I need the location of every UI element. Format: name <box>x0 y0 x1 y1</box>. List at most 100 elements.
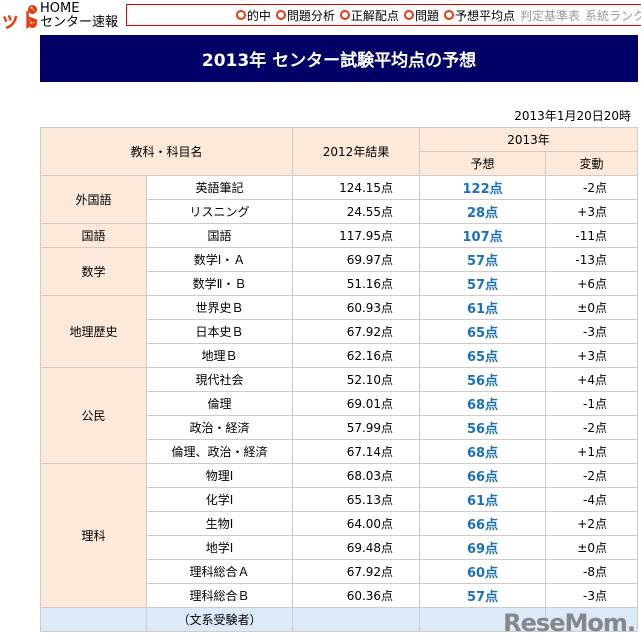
arrow-left-icon: ← <box>28 18 37 28</box>
change-cell: -13点 <box>545 247 638 272</box>
category-cell: 数学 <box>40 247 147 296</box>
prev-result-cell: 24.55点 <box>292 199 421 224</box>
table-row: 地理歴史 世界史Ｂ 60.93点 61点 ±0点 <box>40 295 638 368</box>
nav-item[interactable]: 問題 <box>403 7 439 24</box>
nav-item[interactable]: 系統ランク <box>585 7 641 24</box>
watermark-logo: ReseMom. <box>503 609 636 637</box>
prev-result-cell: 67.92点 <box>292 559 421 584</box>
forecast-cell: 68点 <box>419 439 547 464</box>
forecast-cell: 28点 <box>419 199 547 224</box>
subject-cell: 倫理、政治・経済 <box>145 439 294 464</box>
subject-cell: 地理Ｂ <box>145 343 294 368</box>
change-cell: -2点 <box>545 463 638 488</box>
forecast-cell: 57点 <box>419 247 547 272</box>
nav-item-label: 問題 <box>414 8 439 23</box>
nav-item[interactable]: 判定基準表 <box>520 7 580 24</box>
category-cell <box>40 607 147 632</box>
circle-icon <box>235 10 246 20</box>
change-cell: -1点 <box>545 391 638 416</box>
center-link[interactable]: ← センター速報 <box>28 16 118 30</box>
nav-item-label: 判定基準表 <box>519 8 580 23</box>
prev-result-cell: 60.93点 <box>292 295 421 320</box>
forecast-cell: 69点 <box>419 535 547 560</box>
forecast-cell: 56点 <box>419 415 547 440</box>
table-row: 国語 国語 117.95点 107点 -11点 <box>40 223 638 248</box>
home-link[interactable]: ↖ HOME <box>28 2 118 16</box>
change-cell: +1点 <box>545 439 638 464</box>
update-date: 2013年1月20日20時 <box>514 109 631 123</box>
nav-item-label: 予想平均点 <box>454 8 515 23</box>
table-row: 数学 数学Ⅰ・Ａ 69.97点 57点 -13点 <box>40 247 638 296</box>
header-year: 2013年 <box>419 127 638 152</box>
forecast-cell: 61点 <box>419 295 547 320</box>
change-cell: ±0点 <box>545 535 638 560</box>
change-cell: -3点 <box>545 319 638 344</box>
circle-icon <box>275 10 286 20</box>
prev-result-cell: 67.92点 <box>292 319 421 344</box>
change-cell: -3点 <box>545 583 638 608</box>
subject-cell: 理科総合Ａ <box>145 559 294 584</box>
subject-cell: 理科総合Ｂ <box>145 583 294 608</box>
prev-result-cell: 51.16点 <box>292 271 421 296</box>
subject-cell: 日本史Ｂ <box>145 319 294 344</box>
subject-cell: 政治・経済 <box>145 415 294 440</box>
subject-cell: 地学Ⅰ <box>145 535 294 560</box>
prev-result-cell: 52.10点 <box>292 367 421 392</box>
forecast-cell: 65点 <box>419 319 547 344</box>
arrow-up-left-icon: ↖ <box>28 4 37 14</box>
empty-cell <box>292 607 421 632</box>
subject-cell: （文系受験者） <box>145 607 294 632</box>
subject-cell: 数学Ⅱ・Ｂ <box>145 271 294 296</box>
category-cell: 地理歴史 <box>40 295 147 368</box>
forecast-cell: 60点 <box>419 559 547 584</box>
nav-item[interactable]: 問題分析 <box>275 7 335 24</box>
subject-cell: リスニング <box>145 199 294 224</box>
subject-cell: 物理Ⅰ <box>145 463 294 488</box>
nav-item[interactable]: 正解配点 <box>339 7 399 24</box>
center-label: センター速報 <box>40 15 119 30</box>
header-prev: 2012年結果 <box>292 127 421 176</box>
category-cell: 公民 <box>40 367 147 464</box>
prev-result-cell: 69.48点 <box>292 535 421 560</box>
nav-item-label: 系統ランク <box>584 8 641 23</box>
subject-cell: 現代社会 <box>145 367 294 392</box>
table-row: 公民 現代社会 52.10点 56点 +4点 <box>40 367 638 464</box>
prev-result-cell: 124.15点 <box>292 175 421 200</box>
forecast-cell: 57点 <box>419 583 547 608</box>
prev-result-cell: 67.14点 <box>292 439 421 464</box>
prev-result-cell: 69.01点 <box>292 391 421 416</box>
nav-item-label: 的中 <box>246 8 271 23</box>
nav-item[interactable]: 予想平均点 <box>443 7 515 24</box>
circle-icon <box>339 10 350 20</box>
change-cell: -2点 <box>545 175 638 200</box>
prev-result-cell: 64.00点 <box>292 511 421 536</box>
change-cell: -8点 <box>545 559 638 584</box>
change-cell: +3点 <box>545 199 638 224</box>
header-forecast: 予想 <box>419 151 547 176</box>
prev-result-cell: 60.36点 <box>292 583 421 608</box>
prev-result-cell: 62.16点 <box>292 343 421 368</box>
change-cell: +2点 <box>545 511 638 536</box>
forecast-cell: 66点 <box>419 511 547 536</box>
change-cell: -11点 <box>545 223 638 248</box>
forecast-cell: 66点 <box>419 463 547 488</box>
prev-result-cell: 68.03点 <box>292 463 421 488</box>
circle-icon <box>443 10 454 20</box>
category-cell: 理科 <box>40 463 147 608</box>
subject-cell: 化学Ⅰ <box>145 487 294 512</box>
prev-result-cell: 65.13点 <box>292 487 421 512</box>
subject-cell: 英語筆記 <box>145 175 294 200</box>
forecast-cell: 61点 <box>419 487 547 512</box>
header-change: 変動 <box>545 151 638 176</box>
prev-result-cell: 69.97点 <box>292 247 421 272</box>
subject-cell: 世界史Ｂ <box>145 295 294 320</box>
nav-item[interactable]: 的中 <box>235 7 271 24</box>
change-cell: +3点 <box>545 343 638 368</box>
nav-bar: 的中 問題分析 正解配点 問題 予想平均点 判定基準表 系統ランク <box>126 4 641 26</box>
page-title: 2013年 センター試験平均点の予想 <box>40 35 638 82</box>
home-label: HOME <box>40 1 80 16</box>
forecast-cell: 107点 <box>419 223 547 248</box>
change-cell: +4点 <box>545 367 638 392</box>
subject-cell: 国語 <box>145 223 294 248</box>
category-cell: 国語 <box>40 223 147 248</box>
